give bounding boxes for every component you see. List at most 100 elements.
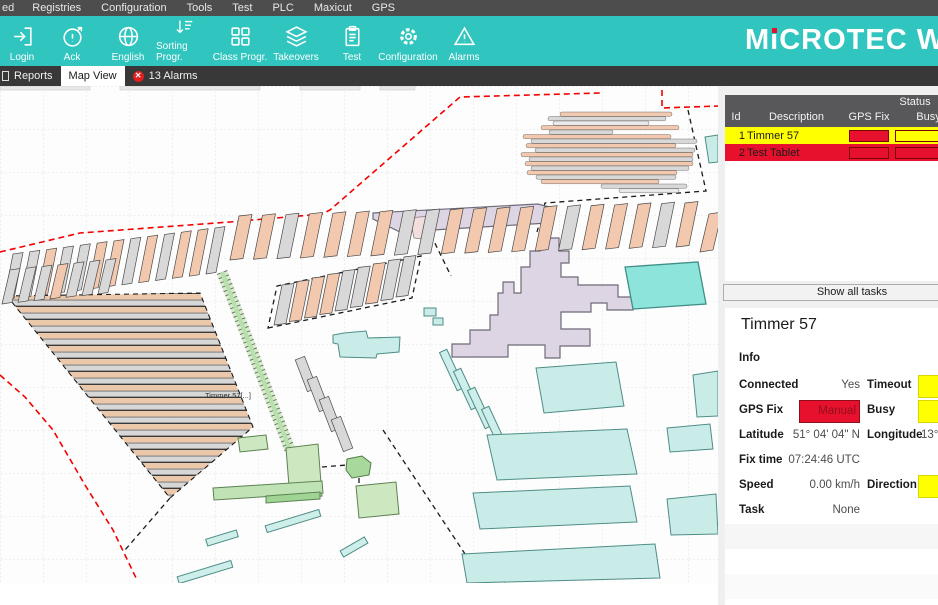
- fix-time-value: 07:24:46 UTC: [775, 454, 860, 466]
- configuration-label: Configuration: [378, 52, 437, 63]
- speed-value: 0.00 km/h: [775, 479, 860, 491]
- login-label: Login: [10, 52, 34, 63]
- ack-label: Ack: [64, 52, 81, 63]
- grid-icon: [228, 24, 253, 49]
- menu-item-plc[interactable]: PLC: [262, 2, 303, 14]
- vehicle-row-test-tablet[interactable]: 2 Test Tablet: [725, 144, 938, 161]
- longitude-label: Longitude: [867, 429, 923, 441]
- timeout-status-cell: [918, 375, 938, 398]
- main-toolbar: Login Ack English Sorting Progr. Class P…: [0, 16, 938, 66]
- empty-row-stripe: [725, 574, 938, 599]
- detail-title: Timmer 57: [741, 316, 817, 334]
- sorting-progr-label: Sorting Progr.: [156, 41, 212, 63]
- vehicle-id: 2: [725, 147, 747, 159]
- map-top-edge-shapes: [0, 86, 415, 90]
- connected-value: Yes: [775, 379, 860, 391]
- col-description[interactable]: Description: [747, 111, 846, 123]
- menu-item-maxicut[interactable]: Maxicut: [304, 2, 362, 14]
- gear-icon: [396, 24, 421, 49]
- gps-fix-status-cell: [849, 147, 889, 159]
- report-doc-icon: [2, 71, 9, 81]
- vehicle-marker-label[interactable]: Timmer 57[...]: [205, 391, 251, 400]
- globe-icon: [116, 24, 141, 49]
- detail-row-speed: Speed 0.00 km/h Direction: [725, 474, 938, 499]
- detail-row-task: Task None: [725, 499, 938, 524]
- test-button[interactable]: Test: [324, 16, 380, 66]
- ack-button[interactable]: Ack: [44, 16, 100, 66]
- info-section-header: Info: [739, 352, 760, 364]
- direction-status-cell: [918, 475, 938, 498]
- longitude-value: 13°: [921, 429, 938, 441]
- task-label: Task: [739, 504, 764, 516]
- configuration-button[interactable]: Configuration: [380, 16, 436, 66]
- vehicle-status-panel: Status Id Description GPS Fix Busy 1 Tim…: [723, 86, 938, 605]
- vehicle-table-header: Status Id Description GPS Fix Busy: [725, 95, 938, 127]
- timeout-label: Timeout: [867, 379, 912, 391]
- class-progr-label: Class Progr.: [213, 52, 267, 63]
- map-bottom-margin: [0, 583, 718, 605]
- tab-bar: Reports Map View ✕ 13 Alarms: [0, 66, 938, 86]
- status-header: Status: [865, 96, 938, 108]
- alarms-label: Alarms: [448, 52, 479, 63]
- ack-clock-icon: [60, 24, 85, 49]
- menu-item-gps[interactable]: GPS: [362, 2, 405, 14]
- sorting-progr-button[interactable]: Sorting Progr.: [156, 16, 212, 66]
- task-value: None: [775, 504, 860, 516]
- alarm-badge-icon: ✕: [133, 71, 144, 82]
- gps-fix-label: GPS Fix: [739, 404, 783, 416]
- busy-status-cell: [918, 400, 938, 423]
- detail-row-gps-fix: GPS Fix Manual Busy: [725, 399, 938, 424]
- busy-status-cell: [895, 130, 938, 142]
- busy-status-cell: [895, 147, 938, 159]
- menu-item-registries[interactable]: Registries: [22, 2, 91, 14]
- takeovers-button[interactable]: Takeovers: [268, 16, 324, 66]
- sort-descending-icon: [172, 16, 197, 38]
- col-busy[interactable]: Busy: [892, 111, 938, 123]
- detail-row-latitude: Latitude 51° 04' 04" N Longitude 13°: [725, 424, 938, 449]
- warning-triangle-icon: [452, 24, 477, 49]
- busy-label: Busy: [867, 404, 895, 416]
- vehicle-description: Timmer 57: [747, 130, 846, 142]
- tab-reports[interactable]: Reports: [0, 66, 61, 86]
- takeovers-label: Takeovers: [273, 52, 319, 63]
- app-window: ed Registries Configuration Tools Test P…: [0, 0, 938, 605]
- latitude-value: 51° 04' 04" N: [775, 429, 860, 441]
- logo-red-dot-icon: [772, 28, 777, 33]
- language-button[interactable]: English: [100, 16, 156, 66]
- map-view[interactable]: Timmer 57[...]: [0, 86, 718, 583]
- login-button[interactable]: Login: [0, 16, 44, 66]
- facility-map[interactable]: Timmer 57[...]: [0, 86, 718, 583]
- vehicle-table: Status Id Description GPS Fix Busy 1 Tim…: [725, 95, 938, 281]
- gps-fix-status-cell: [849, 130, 889, 142]
- tab-map-view[interactable]: Map View: [61, 66, 125, 86]
- menu-item-test[interactable]: Test: [222, 2, 262, 14]
- microtec-logo: MıCROTEC W: [745, 24, 938, 57]
- menu-bar: ed Registries Configuration Tools Test P…: [0, 0, 938, 16]
- direction-label: Direction: [867, 479, 917, 491]
- test-label: Test: [343, 52, 361, 63]
- show-all-tasks-button[interactable]: Show all tasks: [723, 284, 938, 301]
- alarms-button[interactable]: Alarms: [436, 16, 492, 66]
- tab-map-view-label: Map View: [69, 70, 117, 82]
- language-label: English: [112, 52, 145, 63]
- layers-icon: [284, 24, 309, 49]
- login-icon: [10, 24, 35, 49]
- tab-alarms-label: 13 Alarms: [149, 70, 198, 82]
- detail-row-fix-time: Fix time 07:24:46 UTC: [725, 449, 938, 474]
- vehicle-detail-card: Timmer 57 Info Connected Yes Timeout GPS…: [725, 308, 938, 605]
- tab-reports-label: Reports: [14, 70, 53, 82]
- speed-label: Speed: [739, 479, 774, 491]
- menu-item-tools[interactable]: Tools: [177, 2, 223, 14]
- menu-item-truncated[interactable]: ed: [0, 2, 22, 14]
- vehicle-row-timmer57[interactable]: 1 Timmer 57: [725, 127, 938, 144]
- vehicle-id: 1: [725, 130, 747, 142]
- gps-fix-value: Manual: [799, 400, 860, 423]
- vehicle-description: Test Tablet: [747, 147, 846, 159]
- class-progr-button[interactable]: Class Progr.: [212, 16, 268, 66]
- col-id[interactable]: Id: [725, 111, 747, 123]
- detail-row-connected: Connected Yes Timeout: [725, 374, 938, 399]
- clipboard-icon: [340, 24, 365, 49]
- tab-alarms[interactable]: ✕ 13 Alarms: [125, 66, 206, 86]
- menu-item-configuration[interactable]: Configuration: [91, 2, 176, 14]
- col-gps-fix[interactable]: GPS Fix: [846, 111, 892, 123]
